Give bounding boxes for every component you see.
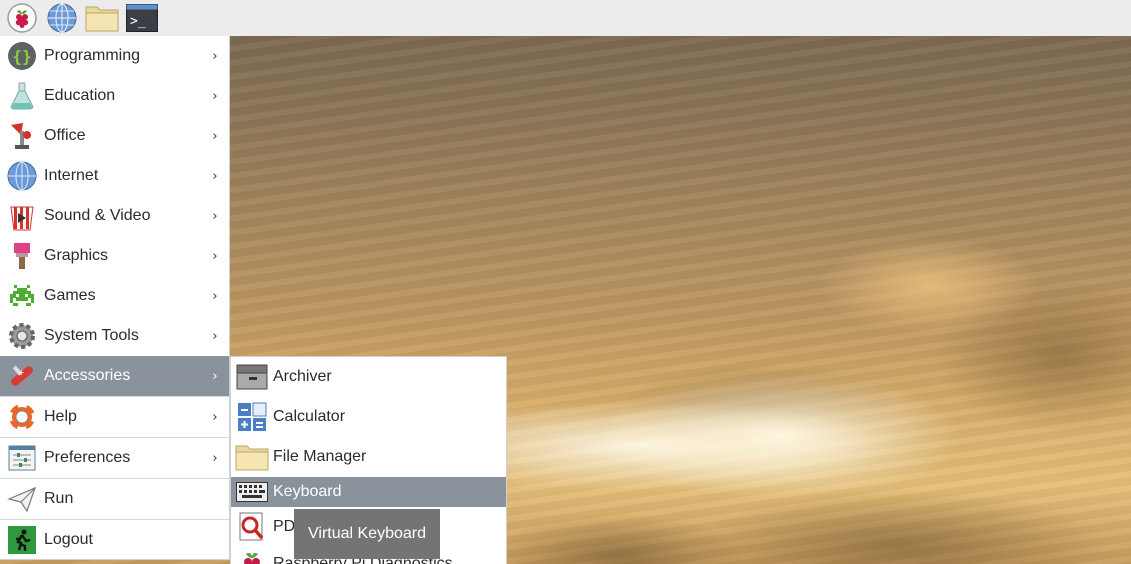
chevron-right-icon: ›	[212, 368, 218, 384]
chevron-right-icon: ›	[212, 328, 218, 344]
menu-item-label: Graphics	[44, 247, 109, 264]
raspberry-icon	[231, 544, 273, 564]
taskbar: >_	[0, 0, 1131, 36]
menu-item-graphics[interactable]: Graphics ›	[0, 236, 229, 276]
submenu-item-label: PD	[273, 518, 296, 535]
menu-item-office[interactable]: Office ›	[0, 116, 229, 156]
submenu-item-calculator[interactable]: Calculator	[231, 397, 506, 437]
submenu-item-label: File Manager	[273, 448, 367, 465]
menu-item-logout[interactable]: Logout	[0, 520, 229, 560]
raspberry-menu-icon	[7, 3, 37, 33]
chevron-right-icon: ›	[212, 288, 218, 304]
raspberry-menu-button[interactable]	[4, 0, 40, 36]
programming-icon: {}	[0, 36, 44, 76]
menu-item-label: Office	[44, 127, 86, 144]
chevron-right-icon: ›	[212, 48, 218, 64]
graphics-icon	[0, 236, 44, 276]
submenu-item-keyboard[interactable]: Keyboard	[231, 477, 506, 507]
calculator-icon	[231, 397, 273, 437]
submenu-item-archiver[interactable]: Archiver	[231, 357, 506, 397]
education-icon	[0, 76, 44, 116]
menu-item-run[interactable]: Run	[0, 479, 229, 519]
submenu-item-label: Archiver	[273, 368, 332, 385]
menu-item-label: Games	[44, 287, 96, 304]
system-tools-icon	[0, 316, 44, 356]
menu-item-help[interactable]: Help ›	[0, 397, 229, 437]
preferences-icon	[0, 438, 44, 478]
sound-video-icon	[0, 196, 44, 236]
internet-icon	[0, 156, 44, 196]
svg-text:>_: >_	[130, 14, 146, 29]
menu-item-label: Accessories	[44, 367, 131, 384]
menu-item-system-tools[interactable]: System Tools ›	[0, 316, 229, 356]
archiver-icon	[231, 357, 273, 397]
menu-item-internet[interactable]: Internet ›	[0, 156, 229, 196]
menu-item-games[interactable]: Games ›	[0, 276, 229, 316]
submenu-item-label: Calculator	[273, 408, 346, 425]
pdf-viewer-icon	[231, 507, 273, 547]
web-browser-icon	[47, 3, 77, 33]
run-icon	[0, 479, 44, 519]
menu-item-sound-video[interactable]: Sound & Video ›	[0, 196, 229, 236]
help-icon	[0, 397, 44, 437]
office-icon	[0, 116, 44, 156]
accessories-icon: +	[0, 356, 44, 396]
keyboard-icon	[231, 472, 273, 512]
menu-item-label: Sound & Video	[44, 207, 151, 224]
web-browser-button[interactable]	[44, 0, 80, 36]
submenu-item-file-manager[interactable]: File Manager	[231, 437, 506, 477]
menu-item-label: Education	[44, 87, 116, 104]
menu-item-label: Internet	[44, 167, 99, 184]
svg-text:{}: {}	[12, 47, 31, 66]
games-icon	[0, 276, 44, 316]
chevron-right-icon: ›	[212, 128, 218, 144]
logout-icon	[0, 520, 44, 560]
file-manager-button[interactable]	[84, 0, 120, 36]
menu-item-label: Preferences	[44, 449, 131, 466]
chevron-right-icon: ›	[212, 208, 218, 224]
file-manager-icon	[85, 6, 119, 32]
menu-item-preferences[interactable]: Preferences ›	[0, 438, 229, 478]
menu-item-education[interactable]: Education ›	[0, 76, 229, 116]
menu-item-label: Logout	[44, 531, 93, 548]
submenu-item-label: Keyboard	[273, 483, 342, 500]
menu-item-label: Programming	[44, 47, 141, 64]
chevron-right-icon: ›	[212, 450, 218, 466]
chevron-right-icon: ›	[212, 409, 218, 425]
chevron-right-icon: ›	[212, 248, 218, 264]
menu-item-programming[interactable]: {} Programming ›	[0, 36, 229, 76]
chevron-right-icon: ›	[212, 88, 218, 104]
chevron-right-icon: ›	[212, 168, 218, 184]
terminal-icon: >_	[126, 4, 158, 32]
tooltip: Virtual Keyboard	[294, 509, 440, 559]
menu-item-accessories[interactable]: + Accessories ›	[0, 356, 229, 396]
folder-icon	[231, 437, 273, 477]
menu-item-label: Help	[44, 408, 77, 425]
svg-text:+: +	[18, 368, 25, 377]
menu-item-label: Run	[44, 490, 74, 507]
menu-item-label: System Tools	[44, 327, 139, 344]
application-menu: {} Programming › Education › Office › In…	[0, 36, 230, 560]
terminal-button[interactable]: >_	[124, 0, 160, 36]
